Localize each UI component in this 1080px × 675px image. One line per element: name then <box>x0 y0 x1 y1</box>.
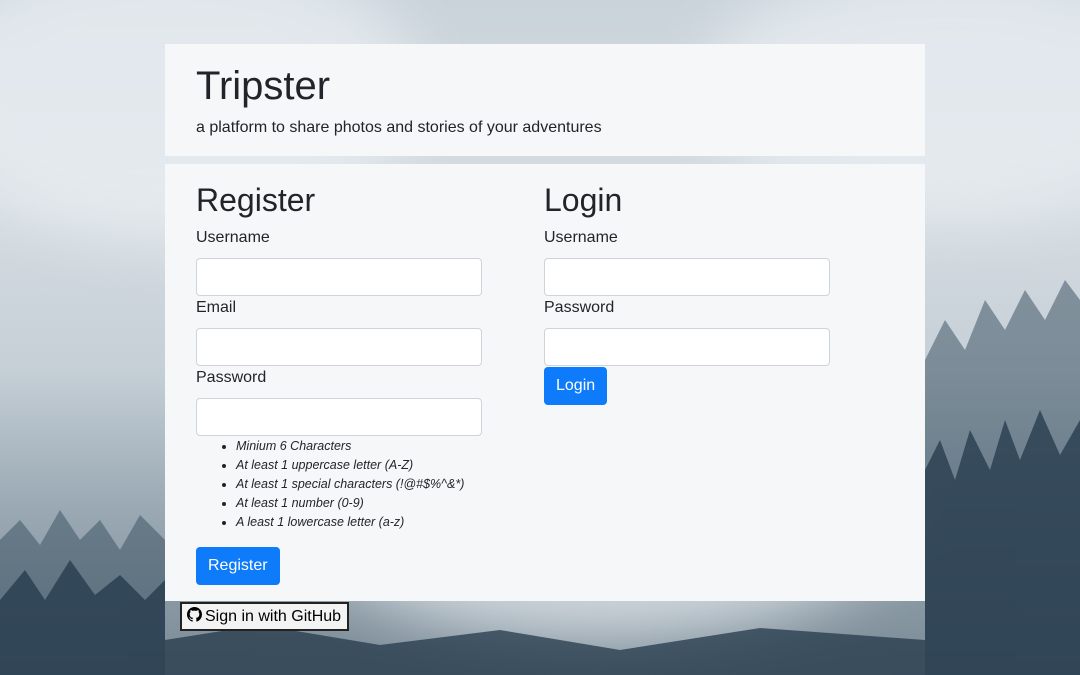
login-button[interactable]: Login <box>544 367 608 405</box>
login-password-label: Password <box>544 299 615 316</box>
header-card: Tripster a platform to share photos and … <box>165 44 925 156</box>
password-rule: At least 1 uppercase letter (A-Z) <box>236 456 464 475</box>
password-rules-list: Minium 6 Characters At least 1 uppercase… <box>196 437 464 532</box>
app-tagline: a platform to share photos and stories o… <box>196 119 602 136</box>
github-signin-label: Sign in with GitHub <box>205 607 342 625</box>
register-button[interactable]: Register <box>196 547 280 585</box>
password-rule: At least 1 number (0-9) <box>236 494 464 513</box>
register-email-input[interactable] <box>196 328 482 366</box>
password-rule: At least 1 special characters (!@#$%^&*) <box>236 475 464 494</box>
register-email-label: Email <box>196 299 237 316</box>
login-heading: Login <box>544 182 623 218</box>
register-heading: Register <box>196 182 316 218</box>
password-rule: Minium 6 Characters <box>236 437 464 456</box>
github-signin-button[interactable]: Sign in with GitHub <box>180 602 350 631</box>
register-username-label: Username <box>196 229 270 246</box>
register-password-label: Password <box>196 369 267 386</box>
app-title: Tripster <box>196 64 331 108</box>
login-password-input[interactable] <box>544 328 830 366</box>
login-username-label: Username <box>544 229 618 246</box>
register-username-input[interactable] <box>196 258 482 296</box>
auth-card: Register Username Email Password Minium … <box>165 164 925 601</box>
github-icon <box>187 606 202 627</box>
login-username-input[interactable] <box>544 258 830 296</box>
register-password-input[interactable] <box>196 398 482 436</box>
password-rule: A least 1 lowercase letter (a-z) <box>236 513 464 532</box>
